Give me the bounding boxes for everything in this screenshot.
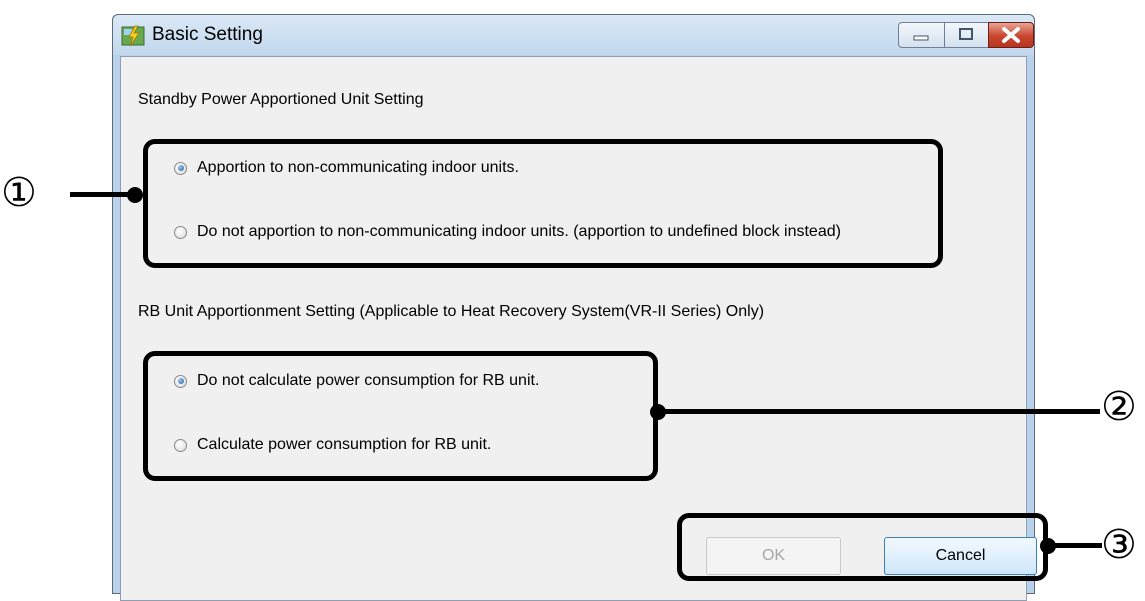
- callout-number-1: ①: [1, 170, 37, 216]
- callout-dot-3: [1040, 538, 1056, 554]
- standby-power-heading: Standby Power Apportioned Unit Setting: [138, 91, 424, 108]
- callout-connector-2: [660, 409, 1100, 414]
- callout-dot-2: [650, 404, 666, 420]
- close-icon: [1002, 27, 1020, 43]
- callout-box-1: [143, 139, 943, 268]
- title-bar[interactable]: Basic Setting: [113, 15, 1034, 55]
- window-title: Basic Setting: [152, 24, 263, 45]
- rb-unit-heading: RB Unit Apportionment Setting (Applicabl…: [138, 303, 765, 320]
- callout-number-3: ③: [1101, 522, 1137, 568]
- callout-dot-1: [127, 187, 143, 203]
- callout-box-2: [143, 351, 658, 481]
- basic-setting-window: Basic Setting Standby Power Apportioned …: [112, 14, 1037, 601]
- close-button[interactable]: [988, 22, 1034, 48]
- minimize-icon: [913, 35, 929, 41]
- maximize-icon: [959, 28, 973, 40]
- minimize-button[interactable]: [898, 22, 945, 48]
- callout-connector-3: [1050, 543, 1102, 548]
- callout-box-3: [677, 513, 1048, 581]
- callout-number-2: ②: [1101, 384, 1137, 430]
- maximize-button[interactable]: [944, 22, 989, 48]
- power-setting-icon: [121, 25, 145, 47]
